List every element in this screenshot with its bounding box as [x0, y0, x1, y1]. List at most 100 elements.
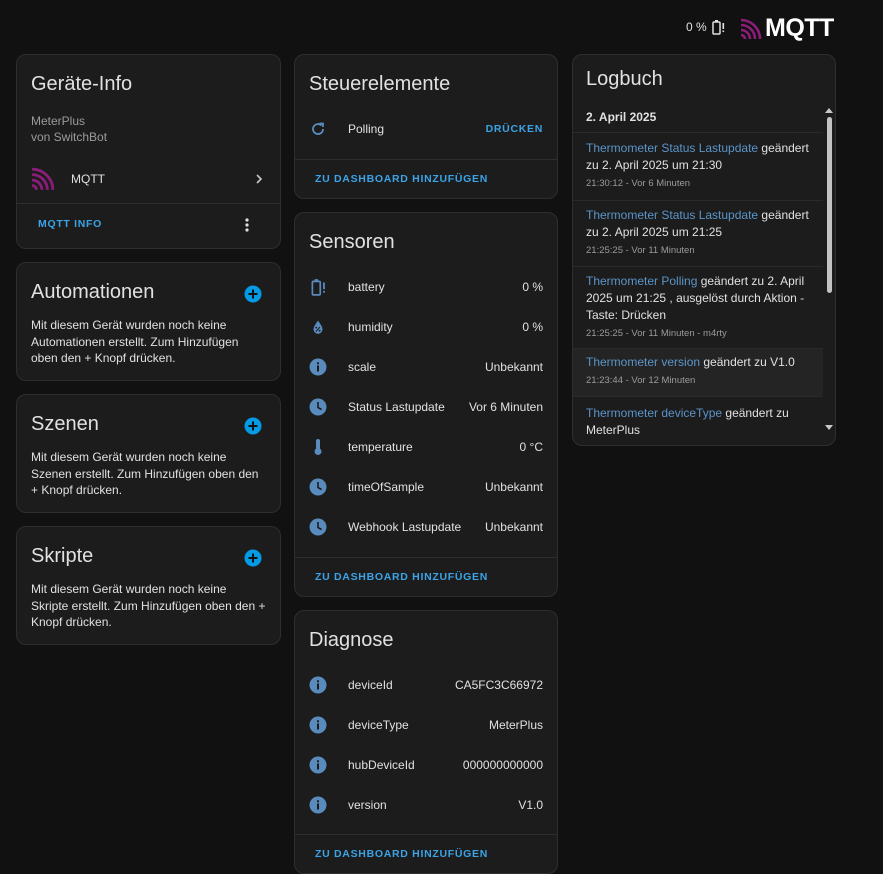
- card-title: Logbuch: [586, 68, 663, 90]
- diagnostic-row-hubdeviceid[interactable]: hubDeviceId 000000000000: [309, 753, 543, 777]
- info-icon: [309, 716, 327, 734]
- log-text: geändert zu V1.0: [700, 355, 795, 369]
- sensor-row-scale[interactable]: scale Unbekannt: [309, 355, 543, 379]
- diagnostics-card: Diagnose deviceId CA5FC3C66972 deviceTyp…: [294, 610, 558, 874]
- diagnostic-row-devicetype[interactable]: deviceType MeterPlus: [309, 713, 543, 737]
- scenes-card: Szenen Mit diesem Gerät wurden noch kein…: [16, 394, 281, 513]
- sensor-row-humidity[interactable]: humidity 0 %: [309, 315, 543, 339]
- device-model: MeterPlus: [31, 114, 86, 128]
- diagnostic-value: 000000000000: [462, 758, 543, 772]
- log-time: 21:23:44 - Vor 12 Minuten: [586, 375, 696, 386]
- log-entry: Thermometer Status Lastupdate geändert z…: [573, 135, 823, 201]
- battery-text: 0 %: [686, 20, 707, 34]
- log-entry: Thermometer Status Lastupdate geändert z…: [573, 201, 823, 267]
- more-vertical-icon[interactable]: [240, 217, 254, 233]
- sensor-value: 0 °C: [519, 440, 543, 454]
- sensor-row-status-lastupdate[interactable]: Status Lastupdate Vor 6 Minuten: [309, 395, 543, 419]
- integration-label: MQTT: [71, 172, 105, 186]
- card-title: Steuerelemente: [309, 73, 451, 95]
- sensor-value: 0 %: [522, 320, 543, 334]
- mqtt-logo-text: MQTT: [765, 14, 834, 42]
- control-label: Polling: [348, 122, 385, 136]
- log-entity-link[interactable]: Thermometer deviceType: [586, 406, 722, 420]
- mqtt-logo: MQTT: [740, 14, 834, 43]
- add-scene-icon[interactable]: [244, 417, 262, 435]
- logbook-scrollbar[interactable]: [825, 105, 833, 435]
- card-title: Sensoren: [309, 231, 395, 253]
- diagnostic-row-deviceid[interactable]: deviceId CA5FC3C66972: [309, 673, 543, 697]
- press-button[interactable]: DRÜCKEN: [486, 123, 543, 135]
- integration-row[interactable]: MQTT: [31, 167, 266, 191]
- info-icon: [309, 676, 327, 694]
- clock-icon: [309, 518, 327, 536]
- thermometer-icon: [314, 439, 322, 455]
- divider: [17, 203, 280, 204]
- sensor-value: Unbekannt: [484, 480, 543, 494]
- device-manufacturer: von SwitchBot: [31, 130, 108, 144]
- diagnostic-value: V1.0: [518, 798, 543, 812]
- water-percent-icon: [313, 320, 323, 334]
- diagnostic-value: MeterPlus: [488, 718, 543, 732]
- log-entity-link[interactable]: Thermometer version: [586, 355, 700, 369]
- scroll-down-icon[interactable]: [825, 425, 833, 431]
- sensor-value: Vor 6 Minuten: [468, 400, 543, 414]
- battery-alert-icon: [311, 279, 325, 296]
- sensor-label: Status Lastupdate: [348, 400, 445, 414]
- clock-icon: [309, 478, 327, 496]
- sensor-label: battery: [348, 280, 385, 294]
- scripts-empty-text: Mit diesem Gerät wurden noch keine Skrip…: [31, 582, 266, 629]
- log-entry: Thermometer version geändert zu V1.0 21:…: [573, 349, 823, 397]
- sensor-row-battery[interactable]: battery 0 %: [309, 275, 543, 299]
- log-entity-link[interactable]: Thermometer Status Lastupdate: [586, 141, 758, 155]
- sensor-label: Webhook Lastupdate: [348, 520, 462, 534]
- divider: [295, 159, 557, 160]
- diagnostic-label: deviceType: [348, 718, 409, 732]
- mqtt-info-button[interactable]: MQTT INFO: [38, 218, 102, 230]
- sensor-row-webhook-lastupdate[interactable]: Webhook Lastupdate Unbekannt: [309, 515, 543, 539]
- log-entity-link[interactable]: Thermometer Status Lastupdate: [586, 208, 758, 222]
- logbook-date: 2. April 2025: [586, 110, 657, 124]
- scenes-empty-text: Mit diesem Gerät wurden noch keine Szene…: [31, 450, 259, 497]
- add-script-icon[interactable]: [244, 549, 262, 567]
- automations-card: Automationen Mit diesem Gerät wurden noc…: [16, 262, 281, 381]
- scroll-up-icon[interactable]: [825, 107, 833, 113]
- card-title: Szenen: [31, 413, 99, 435]
- sensor-label: scale: [348, 360, 377, 374]
- diagnostic-value: CA5FC3C66972: [454, 678, 543, 692]
- scroll-thumb[interactable]: [827, 117, 832, 293]
- add-to-dashboard-button[interactable]: ZU DASHBOARD HINZUFÜGEN: [315, 173, 488, 185]
- card-title: Automationen: [31, 281, 155, 303]
- divider: [295, 834, 557, 835]
- automations-empty-text: Mit diesem Gerät wurden noch keine Autom…: [31, 318, 239, 365]
- sensor-row-timeofsample[interactable]: timeOfSample Unbekannt: [309, 475, 543, 499]
- controls-card: Steuerelemente Polling DRÜCKEN ZU DASHBO…: [294, 54, 558, 199]
- mqtt-integration-icon: [31, 167, 55, 191]
- scripts-card: Skripte Mit diesem Gerät wurden noch kei…: [16, 526, 281, 645]
- battery-alert-icon: [711, 20, 724, 35]
- sensor-label: timeOfSample: [348, 480, 425, 494]
- add-to-dashboard-button[interactable]: ZU DASHBOARD HINZUFÜGEN: [315, 848, 488, 860]
- diagnostic-label: hubDeviceId: [348, 758, 415, 772]
- device-info-card: Geräte-Info MeterPlus von SwitchBot MQTT…: [16, 54, 281, 249]
- diagnostic-row-version[interactable]: version V1.0: [309, 793, 543, 817]
- sensor-value: 0 %: [522, 280, 543, 294]
- refresh-icon: [312, 122, 324, 135]
- info-icon: [309, 796, 327, 814]
- info-icon: [309, 756, 327, 774]
- card-title: Skripte: [31, 545, 94, 567]
- control-row-polling: Polling DRÜCKEN: [309, 117, 543, 141]
- add-automation-icon[interactable]: [244, 285, 262, 303]
- add-to-dashboard-button[interactable]: ZU DASHBOARD HINZUFÜGEN: [315, 571, 488, 583]
- diagnostic-label: version: [348, 798, 387, 812]
- card-title: Geräte-Info: [31, 73, 133, 95]
- logbook-date-header: 2. April 2025: [573, 105, 823, 133]
- logbook-card: Logbuch 2. April 2025 Thermometer Status…: [572, 54, 836, 446]
- log-entity-link[interactable]: Thermometer Polling: [586, 274, 697, 288]
- sensor-row-temperature[interactable]: temperature 0 °C: [309, 435, 543, 459]
- chevron-right-icon: [256, 174, 263, 184]
- divider: [295, 557, 557, 558]
- log-time: 21:30:12 - Vor 6 Minuten: [586, 178, 691, 189]
- battery-status[interactable]: 0 %: [686, 19, 726, 35]
- sensor-value: Unbekannt: [484, 360, 543, 374]
- log-time: 21:25:25 - Vor 11 Minuten: [586, 245, 695, 256]
